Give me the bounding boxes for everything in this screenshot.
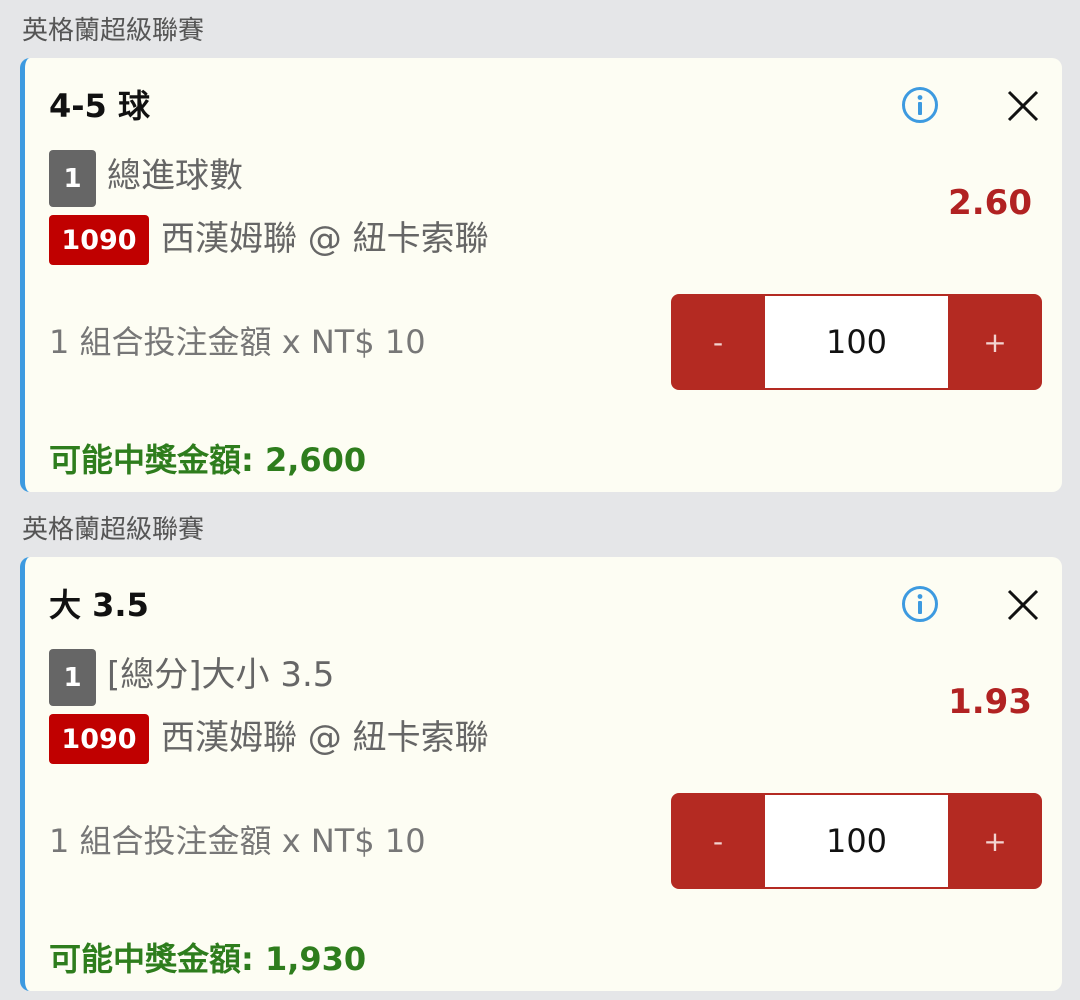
- bet-card: 大 3.5 1 [總分]大小 3.5 1090 西漢姆聯 @ 紐卡索聯 1.93…: [20, 557, 1062, 991]
- stake-description: 1 組合投注金額 x NT$ 10: [49, 822, 426, 860]
- stake-input[interactable]: 100: [765, 795, 948, 887]
- increment-button[interactable]: +: [948, 793, 1042, 889]
- decrement-button[interactable]: -: [671, 793, 765, 889]
- close-icon[interactable]: [1005, 587, 1041, 623]
- match-code-badge: 1090: [49, 215, 149, 265]
- league-header: 英格蘭超級聯賽: [22, 16, 205, 46]
- bet-card: 4-5 球 1 總進球數 1090 西漢姆聯 @ 紐卡索聯 2.60 1 組合投…: [20, 58, 1062, 492]
- stake-stepper: - 100 +: [671, 294, 1042, 390]
- info-icon[interactable]: [901, 86, 939, 124]
- potential-payout: 可能中獎金額: 2,600: [49, 441, 367, 479]
- match-code-badge: 1090: [49, 714, 149, 764]
- bet-section-1: 英格蘭超級聯賽 4-5 球 1 總進球數 1090 西漢姆聯 @ 紐卡索聯 2.…: [0, 18, 1080, 498]
- stake-description: 1 組合投注金額 x NT$ 10: [49, 323, 426, 361]
- leg-count-badge: 1: [49, 150, 96, 207]
- market-label: [總分]大小 3.5: [107, 655, 335, 695]
- close-icon[interactable]: [1005, 88, 1041, 124]
- decrement-button[interactable]: -: [671, 294, 765, 390]
- odds-value: 1.93: [948, 682, 1032, 722]
- market-label: 總進球數: [107, 156, 243, 196]
- match-label: 西漢姆聯 @ 紐卡索聯: [161, 219, 489, 259]
- selection-title: 4-5 球: [49, 87, 150, 125]
- stake-stepper: - 100 +: [671, 793, 1042, 889]
- selection-title: 大 3.5: [49, 586, 149, 624]
- potential-payout: 可能中獎金額: 1,930: [49, 940, 367, 978]
- increment-button[interactable]: +: [948, 294, 1042, 390]
- info-icon[interactable]: [901, 585, 939, 623]
- stake-input[interactable]: 100: [765, 296, 948, 388]
- match-label: 西漢姆聯 @ 紐卡索聯: [161, 718, 489, 758]
- bet-section-2: 英格蘭超級聯賽 大 3.5 1 [總分]大小 3.5 1090 西漢姆聯 @ 紐…: [0, 517, 1080, 1000]
- leg-count-badge: 1: [49, 649, 96, 706]
- odds-value: 2.60: [948, 183, 1032, 223]
- league-header: 英格蘭超級聯賽: [22, 515, 205, 545]
